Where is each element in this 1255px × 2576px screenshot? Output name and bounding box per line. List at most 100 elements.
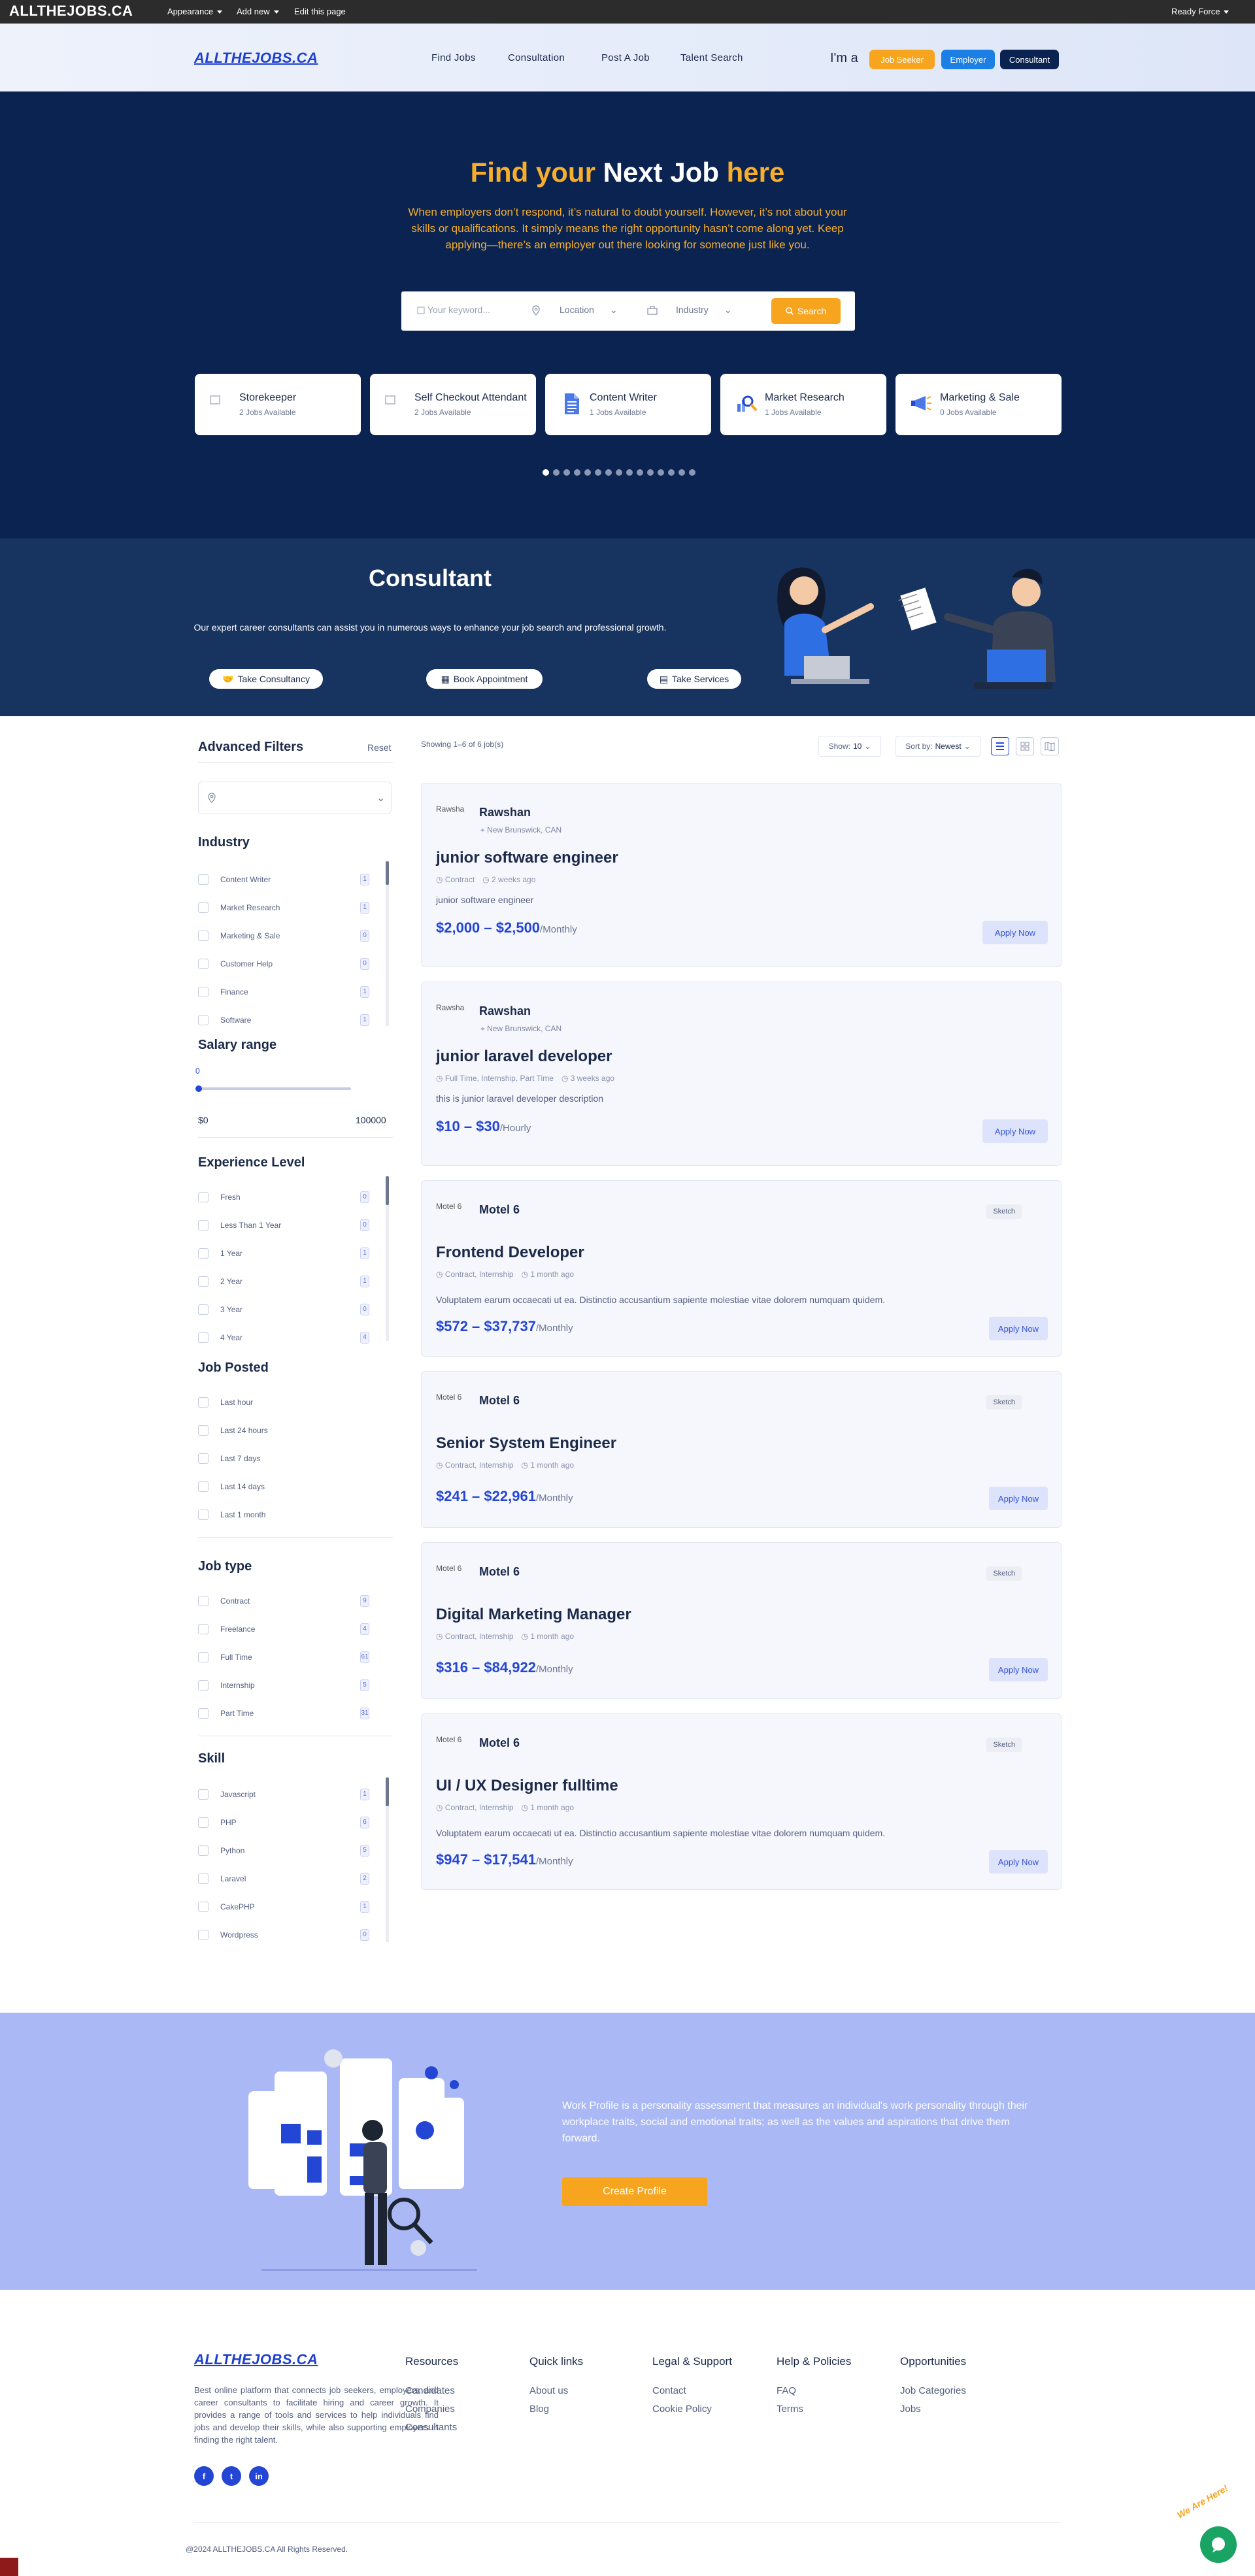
company-name[interactable]: Rawshan: [479, 1004, 531, 1018]
checkbox[interactable]: [198, 1015, 209, 1025]
footer-link[interactable]: Job Categories: [900, 2385, 966, 2396]
checkbox[interactable]: [198, 1510, 209, 1520]
job-card[interactable]: Motel 6 Motel 6 Sketch UI / UX Designer …: [421, 1713, 1062, 1890]
add-new-menu[interactable]: Add new: [237, 7, 279, 16]
industry-option[interactable]: Market Research 1: [198, 901, 373, 914]
job-card[interactable]: Motel 6 Motel 6 Sketch Digital Marketing…: [421, 1542, 1062, 1699]
nav-find-jobs[interactable]: Find Jobs: [431, 52, 476, 63]
linkedin-icon[interactable]: in: [249, 2466, 269, 2486]
experience-option[interactable]: 2 Year 1: [198, 1275, 373, 1288]
category-card[interactable]: Content Writer 1 Jobs Available: [545, 374, 711, 435]
posted-option[interactable]: Last 1 month: [198, 1508, 373, 1521]
experience-option[interactable]: Less Than 1 Year 0: [198, 1219, 373, 1232]
salary-slider-thumb[interactable]: [195, 1085, 202, 1092]
checkbox[interactable]: [198, 1874, 209, 1884]
job-title[interactable]: junior software engineer: [436, 849, 618, 867]
carousel-dot[interactable]: [678, 469, 685, 476]
carousel-dot[interactable]: [605, 469, 612, 476]
carousel-dot[interactable]: [543, 469, 549, 476]
job-card[interactable]: Rawsha Rawshan ⌖ New Brunswick, CAN juni…: [421, 783, 1062, 967]
industry-option[interactable]: Content Writer 1: [198, 873, 373, 886]
nav-consultation[interactable]: Consultation: [508, 52, 565, 63]
carousel-dot[interactable]: [637, 469, 643, 476]
category-card[interactable]: Market Research 1 Jobs Available: [720, 374, 886, 435]
checkbox[interactable]: [198, 1276, 209, 1287]
checkbox[interactable]: [198, 1596, 209, 1606]
site-logo[interactable]: ALLTHEJOBS.CA: [194, 50, 318, 67]
reset-filters-link[interactable]: Reset: [367, 742, 392, 753]
carousel-dot[interactable]: [563, 469, 570, 476]
checkbox[interactable]: [198, 959, 209, 969]
checkbox[interactable]: [198, 1680, 209, 1691]
industry-option[interactable]: Finance 1: [198, 985, 373, 999]
jobtype-option[interactable]: Part Time 31: [198, 1707, 373, 1720]
checkbox[interactable]: [198, 1192, 209, 1202]
checkbox[interactable]: [198, 1332, 209, 1343]
company-name[interactable]: Motel 6: [479, 1736, 520, 1750]
scrollbar[interactable]: [386, 861, 389, 1026]
checkbox[interactable]: [198, 902, 209, 913]
footer-link[interactable]: Consultants: [405, 2422, 457, 2433]
checkbox[interactable]: [198, 874, 209, 885]
job-title[interactable]: junior laravel developer: [436, 1048, 612, 1066]
skill-option[interactable]: Laravel 2: [198, 1872, 373, 1885]
footer-link[interactable]: Jobs: [900, 2403, 921, 2415]
footer-link[interactable]: Contact: [652, 2385, 686, 2396]
heart-icon[interactable]: [0, 2558, 18, 2576]
experience-option[interactable]: 1 Year 1: [198, 1247, 373, 1260]
nav-post-job[interactable]: Post A Job: [601, 52, 650, 63]
twitter-icon[interactable]: t: [222, 2466, 241, 2486]
scrollbar[interactable]: [386, 1777, 389, 1942]
apply-now-button[interactable]: Apply Now: [989, 1658, 1048, 1681]
jobtype-option[interactable]: Contract 9: [198, 1594, 373, 1608]
apply-now-button[interactable]: Apply Now: [989, 1850, 1048, 1874]
carousel-dot[interactable]: [595, 469, 601, 476]
skill-option[interactable]: Python 5: [198, 1844, 373, 1857]
employer-button[interactable]: Employer: [941, 50, 995, 69]
create-profile-button[interactable]: Create Profile: [562, 2177, 707, 2206]
grid-view-button[interactable]: [1016, 737, 1034, 755]
posted-option[interactable]: Last 14 days: [198, 1480, 373, 1493]
job-card[interactable]: Motel 6 Motel 6 Sketch Senior System Eng…: [421, 1371, 1062, 1528]
posted-option[interactable]: Last 7 days: [198, 1452, 373, 1465]
job-seeker-button[interactable]: Job Seeker: [869, 50, 935, 69]
job-card[interactable]: Motel 6 Motel 6 Sketch Frontend Develope…: [421, 1180, 1062, 1357]
job-card[interactable]: Rawsha Rawshan ⌖ New Brunswick, CAN juni…: [421, 982, 1062, 1166]
list-view-button[interactable]: [991, 737, 1009, 755]
job-title[interactable]: UI / UX Designer fulltime: [436, 1777, 618, 1795]
apply-now-button[interactable]: Apply Now: [989, 1317, 1048, 1340]
skill-option[interactable]: PHP 6: [198, 1816, 373, 1829]
category-card[interactable]: Self Checkout Attendant 2 Jobs Available: [370, 374, 536, 435]
footer-link[interactable]: Terms: [777, 2403, 803, 2415]
job-title[interactable]: Senior System Engineer: [436, 1434, 616, 1453]
scrollbar-thumb[interactable]: [386, 861, 389, 885]
footer-link[interactable]: Blog: [529, 2403, 549, 2415]
carousel-dot[interactable]: [574, 469, 580, 476]
checkbox[interactable]: [198, 987, 209, 997]
experience-option[interactable]: 3 Year 0: [198, 1303, 373, 1316]
checkbox[interactable]: [198, 1817, 209, 1828]
company-name[interactable]: Rawshan: [479, 806, 531, 819]
checkbox[interactable]: [198, 1248, 209, 1259]
scrollbar-thumb[interactable]: [386, 1176, 389, 1205]
footer-logo[interactable]: ALLTHEJOBS.CA: [194, 2351, 318, 2368]
category-card[interactable]: Marketing & Sale 0 Jobs Available: [895, 374, 1062, 435]
chat-widget-button[interactable]: [1200, 2526, 1237, 2563]
category-card[interactable]: Storekeeper 2 Jobs Available: [195, 374, 361, 435]
company-name[interactable]: Motel 6: [479, 1394, 520, 1408]
appearance-menu[interactable]: Appearance: [167, 7, 223, 16]
checkbox[interactable]: [198, 1304, 209, 1315]
location-filter-select[interactable]: ⌄: [198, 782, 392, 814]
carousel-dot[interactable]: [668, 469, 675, 476]
carousel-dot[interactable]: [689, 469, 695, 476]
jobtype-option[interactable]: Full Time 61: [198, 1651, 373, 1664]
apply-now-button[interactable]: Apply Now: [989, 1487, 1048, 1510]
apply-now-button[interactable]: Apply Now: [982, 921, 1048, 944]
skill-option[interactable]: CakePHP 1: [198, 1900, 373, 1913]
posted-option[interactable]: Last hour: [198, 1396, 373, 1409]
salary-slider-track[interactable]: [198, 1087, 351, 1090]
industry-option[interactable]: Marketing & Sale 0: [198, 929, 373, 942]
consultant-button[interactable]: Consultant: [1000, 50, 1059, 69]
book-appointment-button[interactable]: ▦ Book Appointment: [426, 669, 543, 689]
carousel-dot[interactable]: [616, 469, 622, 476]
